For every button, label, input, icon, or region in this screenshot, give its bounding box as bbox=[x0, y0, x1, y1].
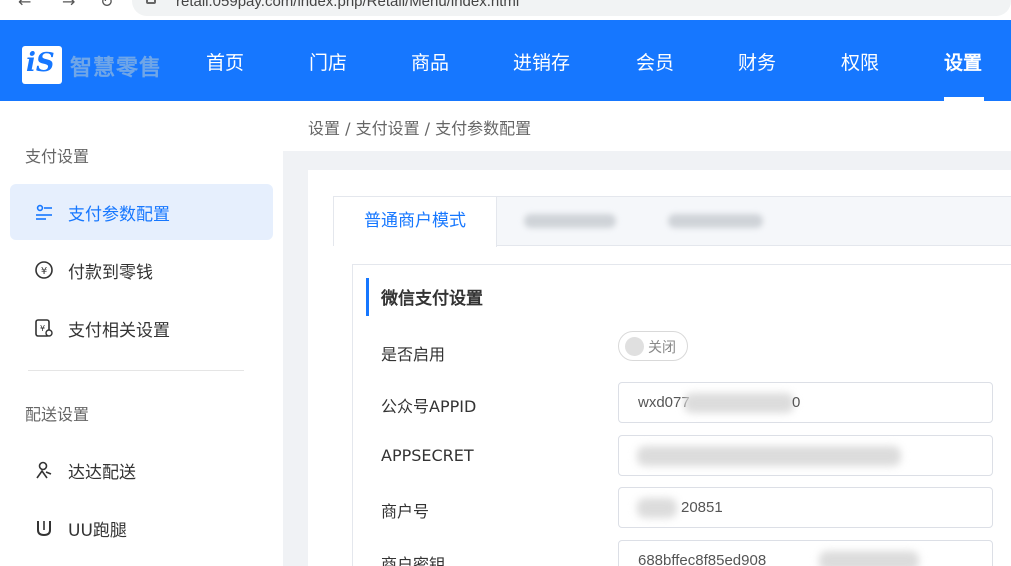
merchant-id-input[interactable]: 20851 bbox=[618, 487, 993, 528]
sidebar-item-uu-errand[interactable]: UU跑腿 bbox=[10, 500, 273, 556]
yuan-coin-icon: ¥ bbox=[34, 260, 54, 280]
reload-icon[interactable]: ↻ bbox=[100, 0, 113, 11]
lock-icon bbox=[146, 0, 156, 4]
tab-normal-merchant[interactable]: 普通商户模式 bbox=[334, 197, 497, 247]
sidebar-item-payment-related[interactable]: ¥ 支付相关设置 bbox=[10, 300, 273, 356]
document-gear-icon: ¥ bbox=[34, 318, 54, 338]
sidebar-item-label: 付款到零钱 bbox=[68, 263, 153, 283]
merchant-id-value: 20851 bbox=[681, 499, 723, 516]
browser-toolbar: ← → ↻ retail.059pay.com/index.php/Retail… bbox=[0, 0, 1011, 20]
merchant-key-value: 688bffec8f85ed908 bbox=[638, 552, 767, 566]
tab-redacted-2[interactable] bbox=[668, 197, 763, 246]
redaction-mask bbox=[637, 498, 677, 518]
breadcrumb-bar: 设置 / 支付设置 / 支付参数配置 bbox=[283, 101, 1011, 151]
appid-value: wxd077 bbox=[638, 394, 690, 411]
merchant-key-label: 商户密钥 bbox=[381, 555, 446, 566]
brand-name: 智慧零售 bbox=[70, 55, 163, 81]
toggle-knob bbox=[625, 337, 644, 356]
appsecret-input[interactable] bbox=[618, 435, 993, 476]
redaction-mask bbox=[637, 446, 901, 466]
enable-label: 是否启用 bbox=[381, 345, 446, 364]
brand-logo-icon: iS bbox=[26, 48, 55, 78]
breadcrumb: 设置 / 支付设置 / 支付参数配置 bbox=[308, 119, 532, 138]
sidebar-item-label: 支付相关设置 bbox=[68, 321, 170, 341]
address-bar-url: retail.059pay.com/index.php/Retail/Menu/… bbox=[176, 0, 520, 10]
nav-inventory[interactable]: 进销存 bbox=[513, 48, 570, 75]
nav-home[interactable]: 首页 bbox=[206, 48, 244, 75]
sidebar-item-dada-delivery[interactable]: 达达配送 bbox=[10, 442, 273, 498]
nav-products[interactable]: 商品 bbox=[411, 48, 449, 75]
courier-person-icon bbox=[34, 460, 54, 480]
toggle-state-text: 关闭 bbox=[648, 340, 676, 356]
appsecret-label: APPSECRET bbox=[381, 446, 474, 465]
enable-toggle[interactable]: 关闭 bbox=[618, 331, 688, 361]
mode-tabs: 普通商户模式 bbox=[333, 196, 1011, 247]
uu-logo-icon bbox=[34, 518, 54, 538]
sidebar-item-label: 支付参数配置 bbox=[68, 205, 170, 225]
nav-stores[interactable]: 门店 bbox=[309, 48, 347, 75]
sidebar-group-delivery: 配送设置 bbox=[25, 405, 90, 424]
redaction-mask bbox=[684, 393, 794, 413]
merchant-key-input[interactable]: 688bffec8f85ed908 bbox=[618, 540, 993, 566]
tab-redacted-1[interactable] bbox=[524, 197, 616, 246]
forward-arrow-icon[interactable]: → bbox=[62, 0, 75, 11]
appid-label: 公众号APPID bbox=[381, 397, 477, 416]
sidebar: 支付设置 支付参数配置 ¥ 付款到零钱 ¥ 支付相关设置 配送设置 达达配送 U… bbox=[0, 101, 283, 566]
back-arrow-icon[interactable]: ← bbox=[18, 0, 31, 11]
nav-permissions[interactable]: 权限 bbox=[841, 48, 879, 75]
nav-finance[interactable]: 财务 bbox=[738, 48, 776, 75]
sidebar-divider bbox=[28, 370, 244, 371]
sidebar-item-transfer-to-wallet[interactable]: ¥ 付款到零钱 bbox=[10, 242, 273, 298]
settings-sliders-icon bbox=[34, 202, 54, 222]
nav-settings[interactable]: 设置 bbox=[944, 48, 982, 75]
redaction-mask bbox=[819, 551, 919, 566]
sidebar-group-payment: 支付设置 bbox=[25, 147, 90, 166]
top-header: iS 智慧零售 首页 门店 商品 进销存 会员 财务 权限 设置 bbox=[0, 20, 1011, 101]
brand-logo[interactable]: iS bbox=[22, 46, 62, 84]
sidebar-item-label: 达达配送 bbox=[68, 463, 136, 483]
nav-members[interactable]: 会员 bbox=[636, 48, 674, 75]
sidebar-item-label: UU跑腿 bbox=[68, 521, 127, 541]
appid-input[interactable]: wxd077 0 bbox=[618, 382, 993, 423]
svg-text:¥: ¥ bbox=[41, 266, 47, 277]
appid-value-tail: 0 bbox=[792, 394, 801, 411]
svg-text:¥: ¥ bbox=[40, 324, 45, 333]
merchant-id-label: 商户号 bbox=[381, 502, 430, 521]
sidebar-item-payment-params[interactable]: 支付参数配置 bbox=[10, 184, 273, 240]
section-title: 微信支付设置 bbox=[366, 278, 483, 316]
